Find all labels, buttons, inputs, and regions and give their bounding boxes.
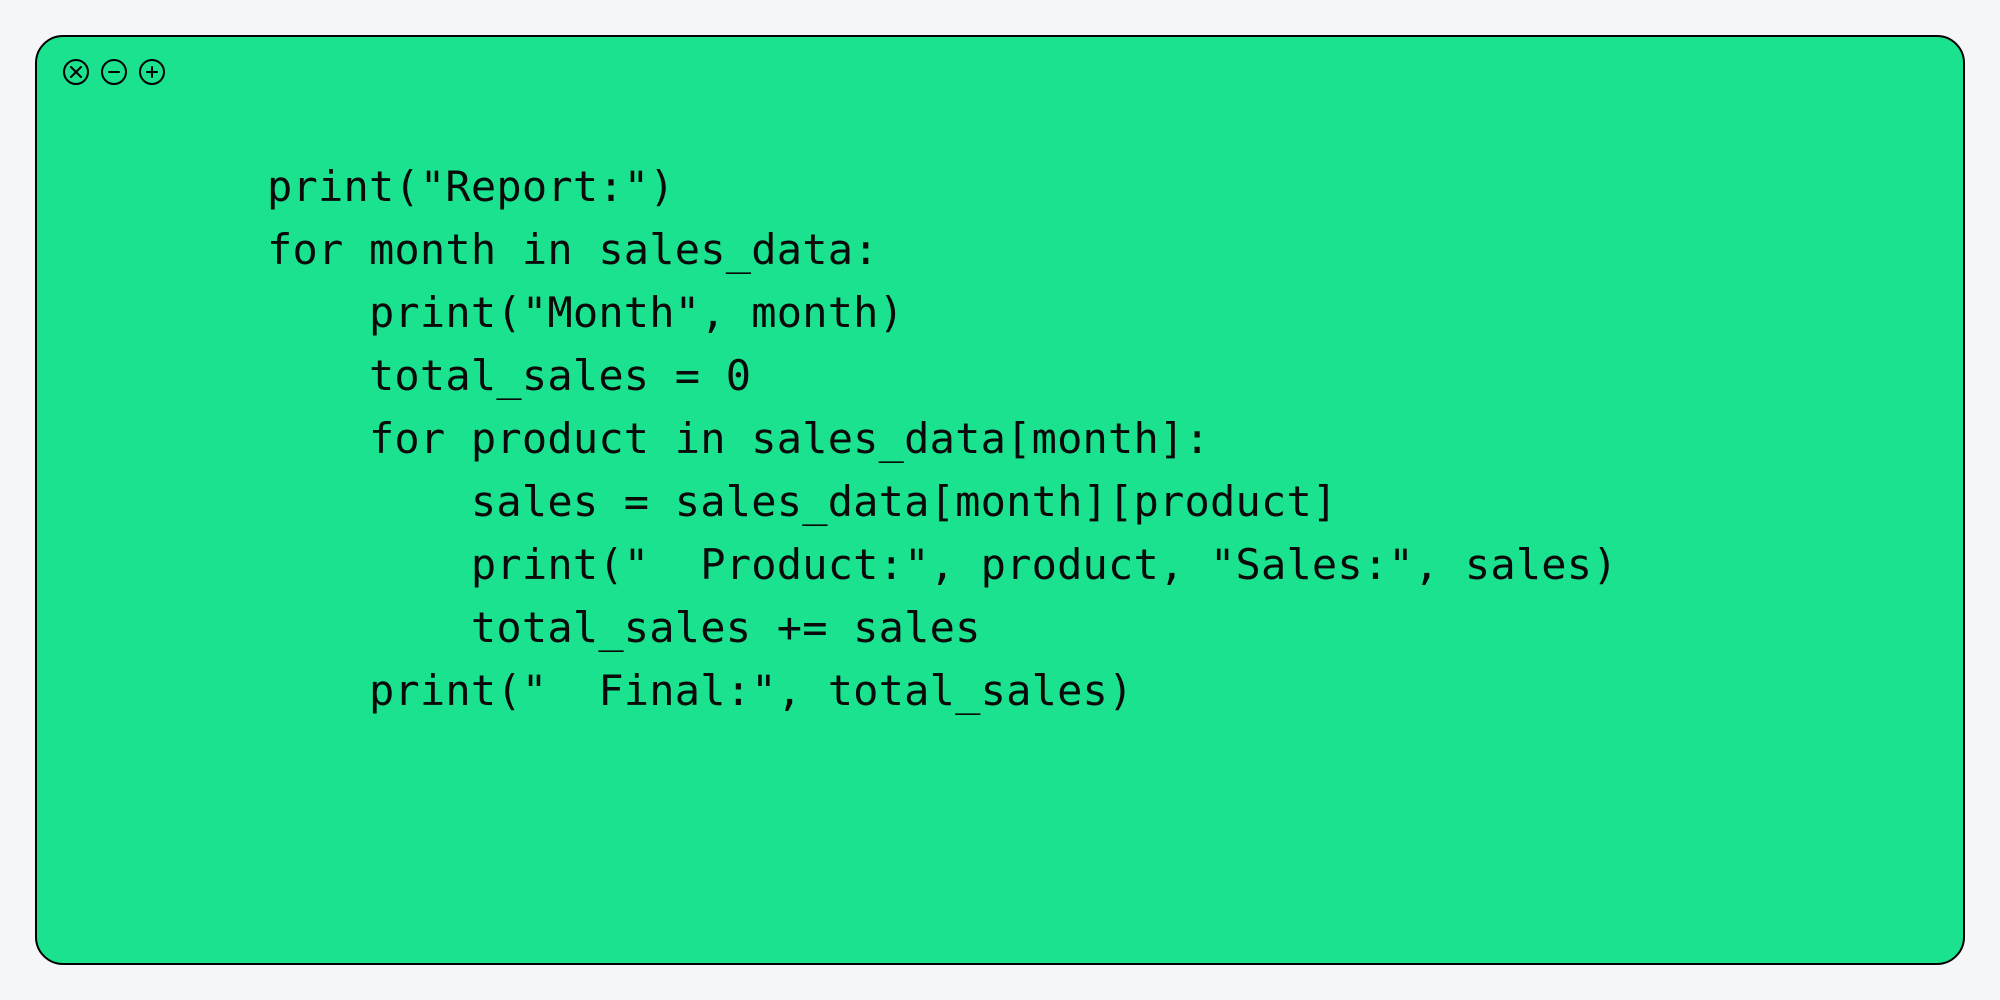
code-line: sales = sales_data[month][product] [267,470,1903,533]
close-button[interactable] [63,59,89,85]
titlebar [63,59,165,85]
minimize-icon [108,66,120,78]
code-area: print("Report:") for month in sales_data… [267,155,1903,722]
maximize-button[interactable] [139,59,165,85]
code-line: print(" Final:", total_sales) [267,659,1903,722]
code-line: print(" Product:", product, "Sales:", sa… [267,533,1903,596]
minimize-button[interactable] [101,59,127,85]
code-line: for month in sales_data: [267,218,1903,281]
code-line: total_sales = 0 [267,344,1903,407]
code-line: total_sales += sales [267,596,1903,659]
code-line: for product in sales_data[month]: [267,407,1903,470]
code-line: print("Month", month) [267,281,1903,344]
close-icon [70,66,82,78]
terminal-window: print("Report:") for month in sales_data… [35,35,1965,965]
code-line: print("Report:") [267,155,1903,218]
maximize-icon [146,66,158,78]
